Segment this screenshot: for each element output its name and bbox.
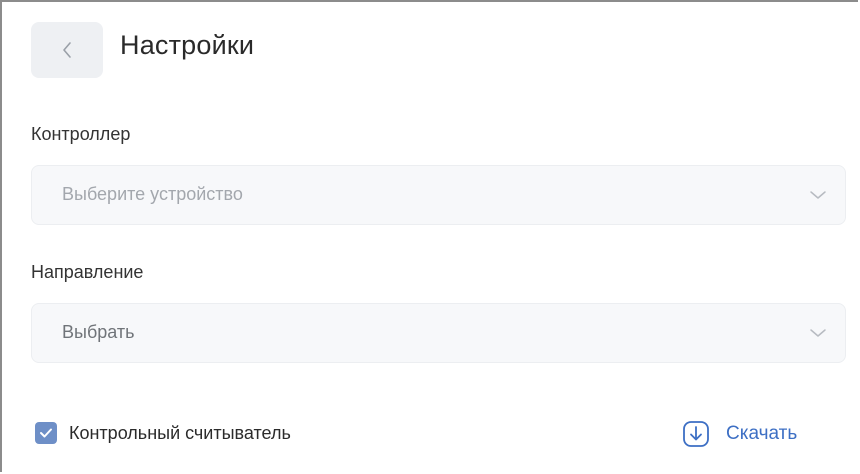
direction-value: Выбрать [62,322,135,342]
checkmark-icon [40,428,52,438]
back-button[interactable] [31,22,103,78]
control-reader-label: Контрольный считыватель [69,422,291,443]
chevron-down-icon [810,329,826,337]
controller-select[interactable]: Выберите устройство [31,165,846,225]
direction-select[interactable]: Выбрать [31,303,846,363]
control-reader-checkbox-row[interactable]: Контрольный считыватель [35,422,291,444]
panel-frame [0,0,858,472]
controller-placeholder: Выберите устройство [62,184,243,204]
chevron-down-icon [810,191,826,199]
controller-label: Контроллер [31,124,131,144]
download-label: Скачать [726,423,798,444]
download-icon [683,421,709,447]
download-button[interactable]: Скачать [680,418,797,450]
direction-label: Направление [31,262,144,282]
control-reader-checkbox[interactable] [35,422,57,444]
page-title: Настройки [120,30,255,60]
chevron-left-icon [63,42,71,58]
